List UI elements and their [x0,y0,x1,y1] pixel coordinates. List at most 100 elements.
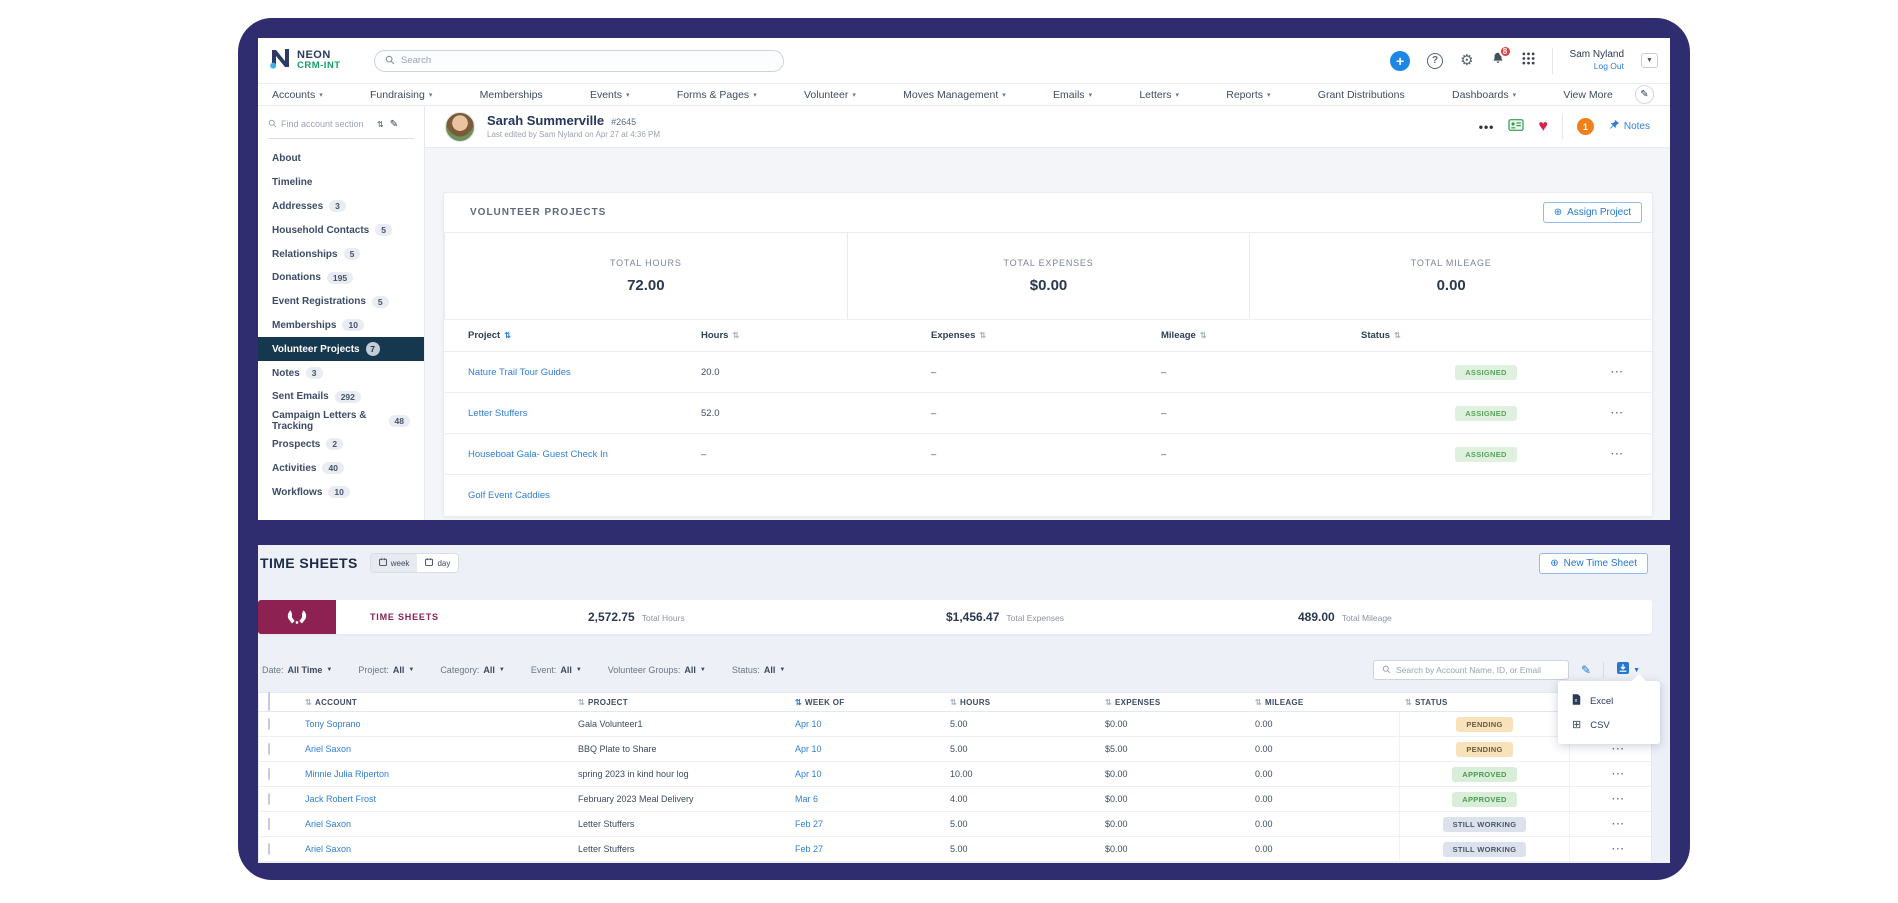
week-of-link[interactable]: Mar 6 [789,794,944,804]
row-actions-button[interactable]: ··· [1611,449,1658,460]
nav-item[interactable]: Grant Distributions [1318,89,1405,101]
favorite-heart-icon[interactable]: ♥ [1538,119,1548,135]
project-link[interactable]: Letter Stuffers [468,408,701,419]
assign-project-button[interactable]: ⊕ Assign Project [1543,202,1642,223]
edit-sections-icon[interactable]: ✎ [390,119,398,130]
row-actions-button[interactable]: ··· [1611,408,1658,419]
select-all-checkbox[interactable] [268,692,270,711]
row-checkbox[interactable] [268,793,270,805]
sidebar-item[interactable]: About [258,147,424,171]
nav-item[interactable]: Emails ▾ [1053,89,1092,101]
account-link[interactable]: Jack Robert Frost [299,794,572,804]
row-actions-button[interactable]: ··· [1569,762,1651,786]
user-menu-caret[interactable]: ▼ [1641,53,1658,68]
column-header[interactable]: ⇅ ACCOUNT [299,698,572,707]
sidebar-item[interactable]: Memberships 10 [258,314,424,338]
help-icon[interactable]: ? [1427,53,1443,69]
sort-sections-icon[interactable]: ⇅ [377,120,384,129]
account-link[interactable]: Minnie Julia Riperton [299,769,572,779]
sidebar-item[interactable]: Household Contacts 5 [258,218,424,242]
account-link[interactable]: Ariel Saxon [299,844,572,854]
create-new-button[interactable]: + [1390,51,1410,71]
notes-button[interactable]: Notes [1608,119,1650,134]
account-search-input[interactable] [1396,665,1560,675]
sidebar-item[interactable]: Sent Emails 292 [258,385,424,409]
export-csv-option[interactable]: ⊞ CSV [1558,714,1660,737]
week-of-link[interactable]: Apr 10 [789,744,944,754]
row-actions-button[interactable]: ··· [1569,787,1651,811]
sidebar-item[interactable]: Donations 195 [258,266,424,290]
edit-columns-icon[interactable]: ✎ [1581,663,1591,677]
project-link[interactable]: Nature Trail Tour Guides [468,367,701,378]
nav-item[interactable]: Volunteer ▾ [804,89,856,101]
account-link[interactable]: Tony Soprano [299,719,572,729]
filter-dropdown[interactable]: Category: All ▼ [440,665,505,675]
column-header[interactable]: ⇅ MILEAGE [1249,698,1399,707]
week-of-link[interactable]: Apr 10 [789,769,944,779]
column-header[interactable]: ⇅ HOURS [944,698,1099,707]
nav-item[interactable]: Letters ▾ [1139,89,1179,101]
logout-link[interactable]: Log Out [1594,61,1624,72]
new-time-sheet-button[interactable]: ⊕ New Time Sheet [1539,553,1648,574]
nav-item[interactable]: Moves Management ▾ [903,89,1006,101]
project-link[interactable]: Golf Event Caddies [468,490,701,501]
nav-item[interactable]: Accounts ▾ [272,89,323,101]
apps-grid-icon[interactable] [1522,52,1535,70]
sidebar-item[interactable]: Timeline [258,171,424,195]
sidebar-item[interactable]: Prospects 2 [258,433,424,457]
sidebar-search[interactable]: ⇅ ✎ [268,115,414,139]
column-header[interactable]: Project ⇅ [468,330,701,341]
sidebar-search-input[interactable] [281,119,373,129]
column-header[interactable]: ⇅ WEEK OF [789,698,944,707]
global-search[interactable] [374,50,784,72]
alert-count-badge[interactable]: 1 [1577,118,1594,135]
nav-item[interactable]: Forms & Pages ▾ [677,89,757,101]
column-header[interactable]: Mileage ⇅ [1161,330,1361,341]
week-of-link[interactable]: Feb 27 [789,844,944,854]
row-checkbox[interactable] [268,818,270,830]
account-link[interactable]: Ariel Saxon [299,819,572,829]
column-header[interactable]: ⇅ STATUS [1399,698,1569,707]
sidebar-item[interactable]: Relationships 5 [258,242,424,266]
row-actions-button[interactable]: ··· [1569,837,1651,861]
nav-item[interactable]: Reports ▾ [1226,89,1270,101]
row-actions-button[interactable]: ··· [1569,812,1651,836]
sidebar-item[interactable]: Workflows 10 [258,480,424,504]
row-checkbox[interactable] [268,743,270,755]
sidebar-item[interactable]: Event Registrations 5 [258,290,424,314]
column-header[interactable]: ⇅ PROJECT [572,698,789,707]
global-search-input[interactable] [401,55,773,66]
row-checkbox[interactable] [268,718,270,730]
filter-dropdown[interactable]: Project: All ▼ [358,665,414,675]
column-header[interactable]: ⇅ EXPENSES [1099,698,1249,707]
nav-item[interactable]: Memberships [480,89,543,101]
nav-item[interactable]: View More [1563,89,1612,101]
more-actions-button[interactable]: ••• [1479,120,1495,134]
account-link[interactable]: Ariel Saxon [299,744,572,754]
neon-crm-logo[interactable]: NEON CRM-INT [268,46,360,75]
column-header[interactable]: Hours ⇅ [701,330,931,341]
nav-item[interactable]: Dashboards ▾ [1452,89,1516,101]
sidebar-item[interactable]: Volunteer Projects 7 [258,337,424,361]
sidebar-item[interactable]: Campaign Letters & Tracking 48 [258,409,424,433]
nav-item[interactable]: Fundraising ▾ [370,89,432,101]
row-actions-button[interactable]: ··· [1611,367,1658,378]
nav-item[interactable]: Events ▾ [590,89,630,101]
account-search[interactable] [1373,660,1569,680]
week-of-link[interactable]: Apr 10 [789,719,944,729]
row-checkbox[interactable] [268,768,270,780]
project-link[interactable]: Houseboat Gala- Guest Check In [468,449,701,460]
export-excel-option[interactable]: x Excel [1558,688,1660,714]
week-of-link[interactable]: Feb 27 [789,819,944,829]
toggle-week-button[interactable]: week [371,554,418,572]
column-header[interactable]: Expenses ⇅ [931,330,1161,341]
sidebar-item[interactable]: Notes 3 [258,361,424,385]
toggle-day-button[interactable]: day [417,554,458,572]
filter-dropdown[interactable]: Volunteer Groups: All ▼ [608,665,706,675]
settings-gear-icon[interactable]: ⚙ [1460,53,1473,68]
contact-card-icon[interactable] [1508,118,1524,136]
sidebar-item[interactable]: Addresses 3 [258,195,424,219]
filter-dropdown[interactable]: Date: All Time ▼ [262,665,332,675]
edit-navigation-icon[interactable]: ✎ [1635,85,1654,104]
filter-dropdown[interactable]: Event: All ▼ [531,665,582,675]
